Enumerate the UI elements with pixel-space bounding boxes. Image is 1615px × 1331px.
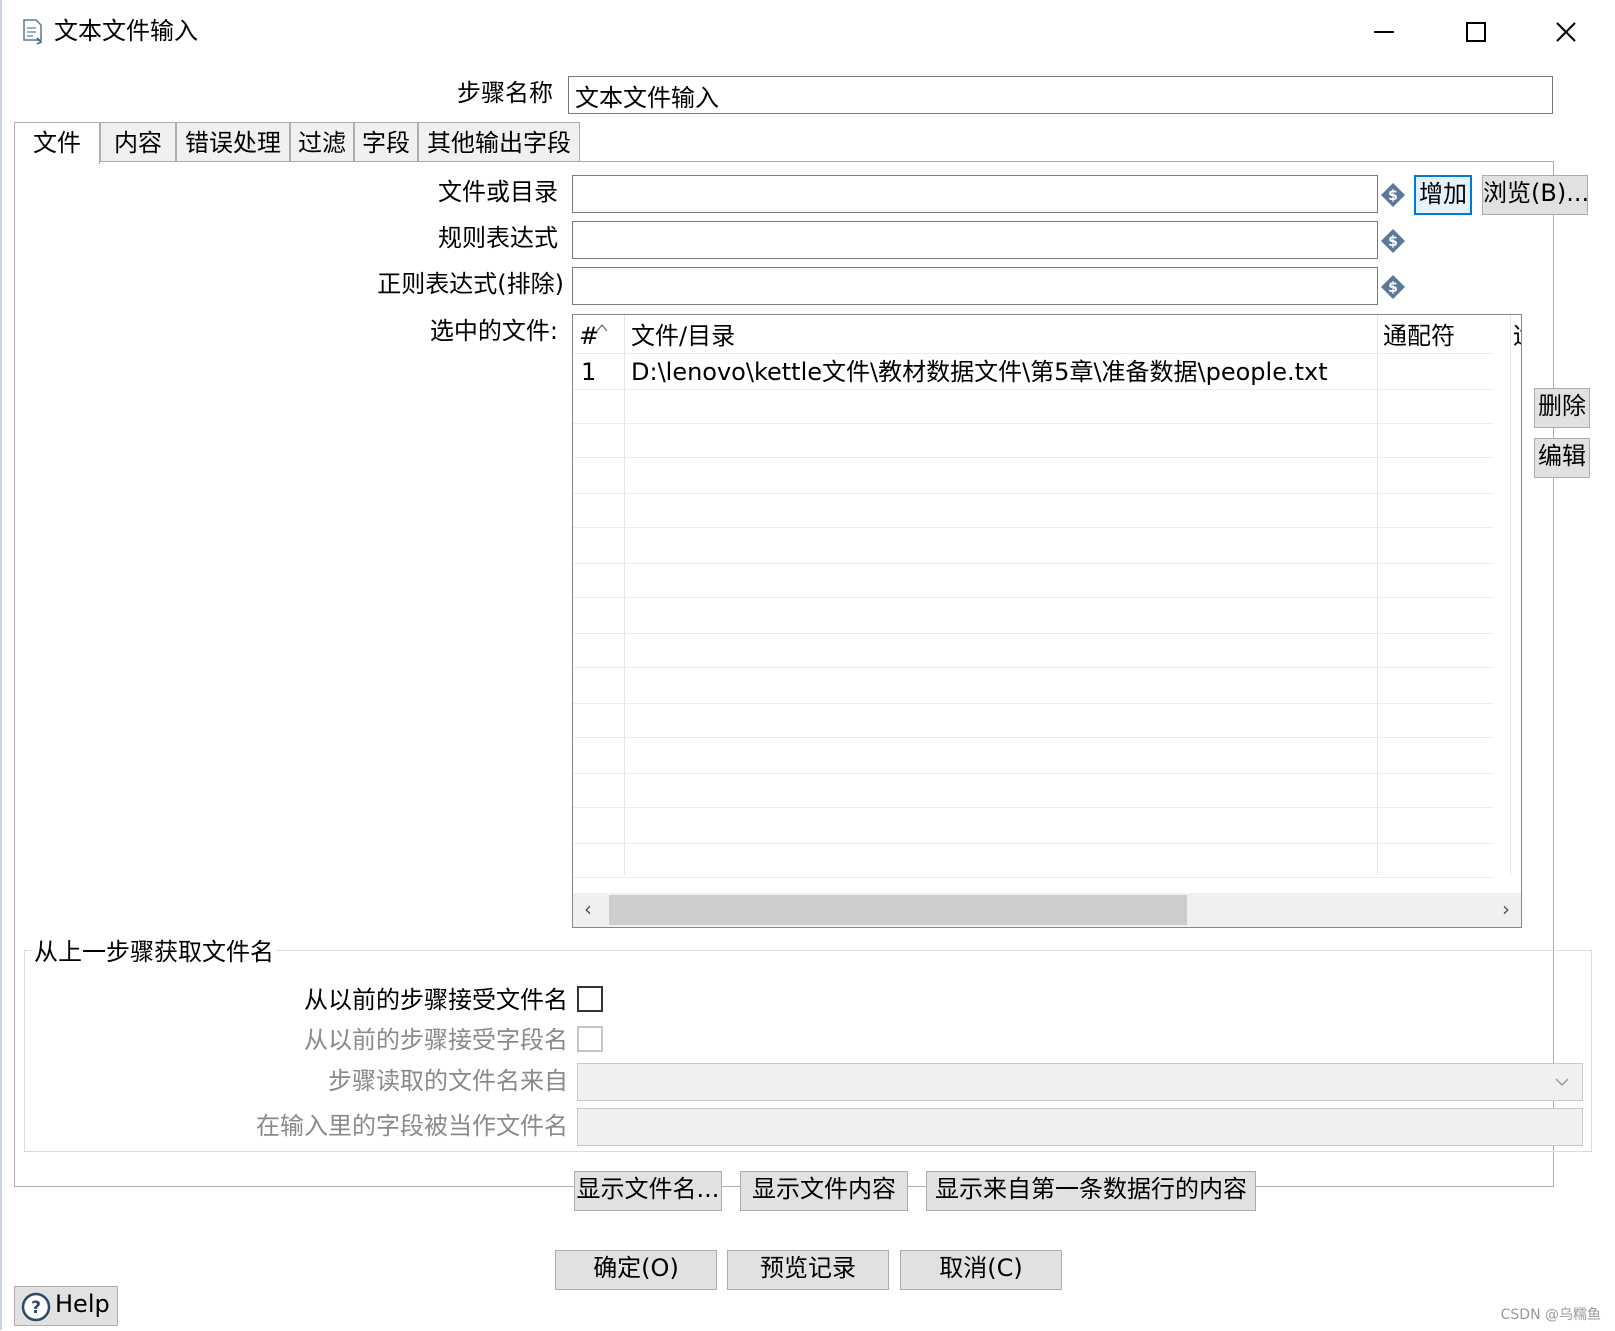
edit-button[interactable]: 编辑 [1534, 438, 1590, 478]
column-header-wildcard[interactable]: 通配符 [1383, 319, 1455, 353]
maximize-icon [1466, 22, 1486, 42]
ok-button[interactable]: 确定(O) [555, 1250, 717, 1290]
file-or-dir-input[interactable] [572, 175, 1378, 213]
tab-fields[interactable]: 字段 [354, 122, 418, 162]
regex-exclude-input[interactable] [572, 267, 1378, 305]
svg-text:$: $ [1388, 280, 1398, 296]
help-label: Help [55, 1290, 110, 1318]
minimize-icon [1374, 31, 1394, 33]
regex-input[interactable] [572, 221, 1378, 259]
show-file-content-button[interactable]: 显示文件内容 [740, 1171, 908, 1211]
accept-fieldname-checkbox[interactable] [577, 1026, 603, 1052]
help-icon: ? [21, 1292, 51, 1331]
field-as-filename-input[interactable] [577, 1108, 1583, 1146]
sort-indicator-icon [595, 317, 609, 332]
svg-text:$: $ [1388, 188, 1398, 204]
table-row-number[interactable]: 1 [581, 355, 596, 389]
selected-files-table[interactable]: # 文件/目录 通配符 适 1 D:\lenovo\kettle文件\教材数据文… [572, 314, 1522, 928]
tab-filter[interactable]: 过滤 [290, 122, 354, 162]
step-name-input[interactable] [568, 76, 1553, 114]
field-as-filename-label: 在输入里的字段被当作文件名 [256, 1112, 568, 1140]
close-button[interactable] [1534, 10, 1598, 54]
previous-step-group-title: 从上一步骤获取文件名 [32, 935, 276, 969]
variable-icon[interactable]: $ [1380, 228, 1406, 258]
svg-text:$: $ [1388, 234, 1398, 250]
watermark: CSDN @乌糯鱼 [1500, 1307, 1601, 1323]
accept-filenames-checkbox[interactable] [577, 986, 603, 1012]
variable-icon[interactable]: $ [1380, 274, 1406, 304]
table-row-path[interactable]: D:\lenovo\kettle文件\教材数据文件\第5章\准备数据\peopl… [631, 355, 1328, 389]
window-title: 文本文件输入 [54, 17, 198, 45]
window-left-border [0, 0, 2, 1330]
maximize-button[interactable] [1444, 10, 1508, 54]
show-filenames-button[interactable]: 显示文件名... [574, 1171, 722, 1211]
tab-additional-output-fields[interactable]: 其他输出字段 [418, 122, 580, 162]
close-icon [1556, 22, 1576, 42]
cancel-button[interactable]: 取消(C) [900, 1250, 1062, 1290]
chevron-down-icon [1554, 1074, 1570, 1094]
add-button[interactable]: 增加 [1414, 175, 1472, 215]
delete-button[interactable]: 删除 [1534, 388, 1590, 428]
tab-content[interactable]: 内容 [100, 122, 176, 162]
scroll-right-icon[interactable]: › [1491, 893, 1521, 925]
tab-file[interactable]: 文件 [14, 122, 100, 164]
variable-icon[interactable]: $ [1380, 182, 1406, 212]
show-first-row-content-button[interactable]: 显示来自第一条数据行的内容 [926, 1171, 1256, 1211]
column-header-truncated[interactable]: 适 [1513, 319, 1521, 353]
accept-fieldname-label: 从以前的步骤接受字段名 [304, 1026, 568, 1054]
horizontal-scrollbar[interactable]: ‹ › [573, 893, 1521, 927]
regex-exclude-label: 正则表达式(排除) [377, 270, 564, 298]
step-source-label: 步骤读取的文件名来自 [328, 1067, 568, 1095]
document-icon [20, 18, 46, 46]
scroll-left-icon[interactable]: ‹ [573, 893, 603, 925]
help-button[interactable]: ? Help [14, 1286, 118, 1326]
minimize-button[interactable] [1352, 10, 1416, 54]
preview-records-button[interactable]: 预览记录 [727, 1250, 889, 1290]
scrollbar-thumb[interactable] [609, 895, 1187, 925]
selected-files-label: 选中的文件: [429, 317, 558, 345]
browse-button[interactable]: 浏览(B)... [1482, 175, 1589, 215]
regex-label: 规则表达式 [438, 224, 558, 252]
tab-error-handling[interactable]: 错误处理 [176, 122, 290, 162]
column-header-file-dir[interactable]: 文件/目录 [631, 319, 735, 353]
svg-text:?: ? [31, 1298, 41, 1318]
file-or-dir-label: 文件或目录 [438, 178, 558, 206]
step-source-select[interactable] [577, 1063, 1583, 1101]
step-name-label: 步骤名称 [457, 79, 553, 107]
accept-filenames-label: 从以前的步骤接受文件名 [304, 986, 568, 1014]
